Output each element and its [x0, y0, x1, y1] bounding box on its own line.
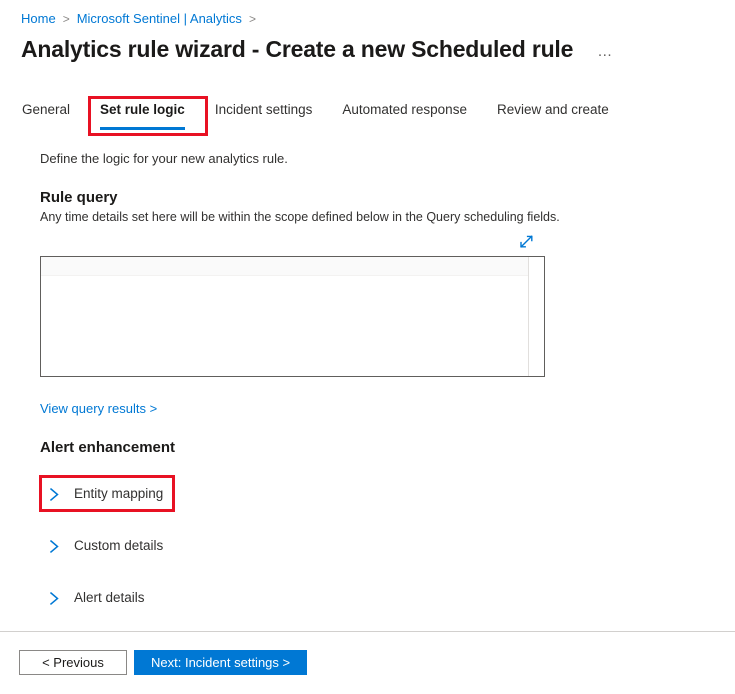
previous-button[interactable]: < Previous [19, 650, 127, 675]
tab-review-and-create[interactable]: Review and create [482, 96, 624, 130]
tab-automated-response-label: Automated response [342, 102, 467, 117]
more-options-icon[interactable]: … [593, 43, 618, 60]
wizard-footer: < Previous Next: Incident settings > [19, 650, 308, 675]
chevron-right-icon [44, 536, 64, 556]
tab-review-and-create-label: Review and create [496, 102, 609, 117]
accordion-custom-details[interactable]: Custom details [44, 532, 163, 560]
page-title-row: Analytics rule wizard - Create a new Sch… [21, 33, 618, 65]
view-query-results-link[interactable]: View query results > [40, 400, 157, 418]
intro-text: Define the logic for your new analytics … [40, 151, 288, 166]
rule-query-subheading: Any time details set here will be within… [40, 210, 560, 224]
chevron-right-icon [44, 484, 64, 504]
tab-automated-response[interactable]: Automated response [327, 96, 482, 130]
expand-diagonal-icon[interactable] [513, 230, 539, 252]
wizard-tabs: General Set rule logic Incident settings… [21, 96, 624, 136]
chevron-right-icon [44, 588, 64, 608]
page-title: Analytics rule wizard - Create a new Sch… [21, 36, 574, 62]
tab-set-rule-logic[interactable]: Set rule logic [85, 96, 200, 130]
accordion-custom-details-label: Custom details [74, 538, 164, 553]
accordion-alert-details[interactable]: Alert details [44, 584, 145, 612]
rule-query-input[interactable] [41, 277, 527, 376]
breadcrumb-separator-icon: > [248, 12, 256, 26]
breadcrumb-item-microsoft-sentinel-analytics[interactable]: Microsoft Sentinel | Analytics [77, 10, 242, 28]
breadcrumb-item-home[interactable]: Home [21, 10, 56, 28]
tab-set-rule-logic-label: Set rule logic [100, 102, 185, 117]
tab-underline [100, 127, 185, 130]
query-editor-toolbar [41, 257, 544, 276]
alert-enhancement-heading: Alert enhancement [40, 439, 176, 456]
rule-query-heading: Rule query [40, 189, 118, 206]
query-editor-scrollbar[interactable] [528, 257, 544, 376]
breadcrumb: Home > Microsoft Sentinel | Analytics > [21, 10, 263, 28]
breadcrumb-separator-icon: > [62, 12, 70, 26]
accordion-entity-mapping-label: Entity mapping [74, 486, 164, 501]
tab-incident-settings-label: Incident settings [214, 102, 313, 117]
footer-divider [0, 631, 735, 632]
tab-general[interactable]: General [21, 96, 85, 130]
next-incident-settings-button[interactable]: Next: Incident settings > [134, 650, 308, 675]
tab-general-label: General [22, 102, 71, 117]
accordion-entity-mapping[interactable]: Entity mapping [44, 480, 163, 508]
accordion-alert-details-label: Alert details [74, 590, 145, 605]
rule-query-editor[interactable] [40, 256, 545, 377]
tab-incident-settings[interactable]: Incident settings [200, 96, 328, 130]
